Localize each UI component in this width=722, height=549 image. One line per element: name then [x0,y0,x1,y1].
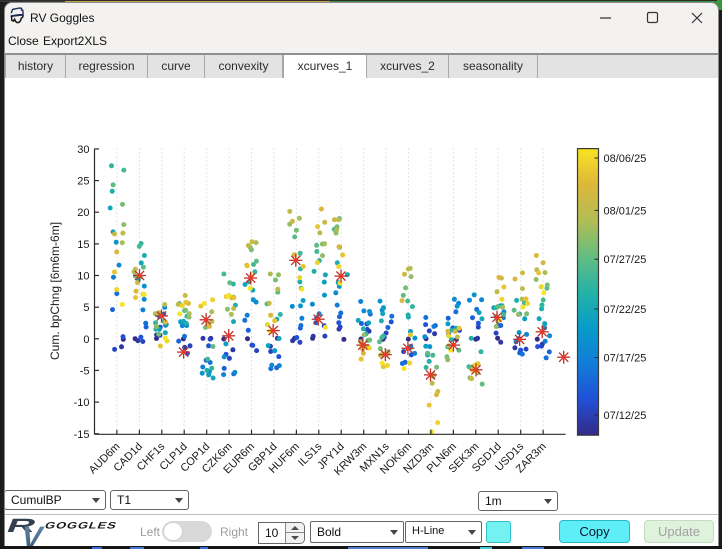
svg-text:5: 5 [83,302,89,314]
svg-text:Cum. bpChng [6m6m-6m]: Cum. bpChng [6m6m-6m] [48,222,62,360]
svg-text:-10: -10 [74,397,90,409]
svg-text:10: 10 [77,271,89,283]
svg-text:07/17/25: 07/17/25 [604,353,647,365]
svg-text:07/22/25: 07/22/25 [604,304,647,316]
svg-text:25: 25 [77,176,89,188]
svg-text:08/06/25: 08/06/25 [604,153,647,165]
svg-text:-5: -5 [80,365,90,377]
svg-text:0: 0 [83,334,89,346]
svg-text:-15: -15 [74,429,90,441]
svg-text:20: 20 [77,207,89,219]
svg-text:07/27/25: 07/27/25 [604,254,647,266]
svg-text:30: 30 [77,144,89,156]
svg-text:07/12/25: 07/12/25 [604,410,647,422]
svg-text:15: 15 [77,239,89,251]
svg-text:08/01/25: 08/01/25 [604,205,647,217]
